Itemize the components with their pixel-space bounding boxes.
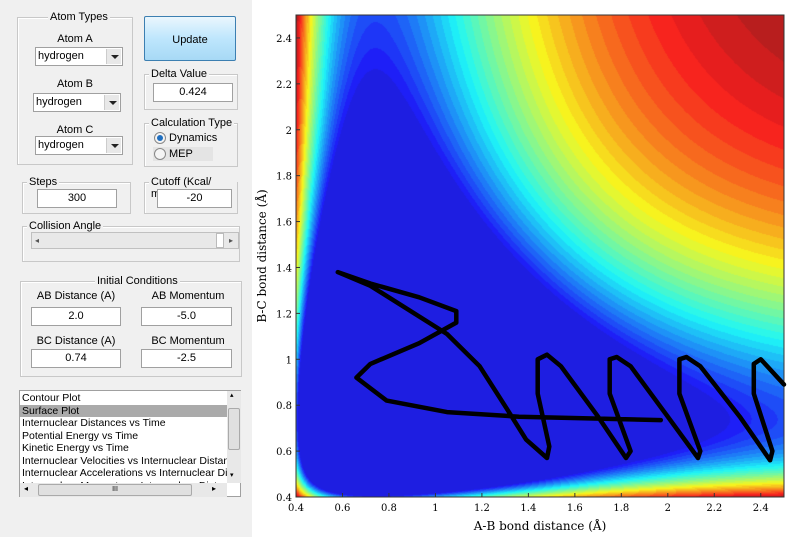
x-tick-label: 1.2 xyxy=(474,503,490,514)
plot-frame xyxy=(295,14,785,498)
x-tick-label: 0.4 xyxy=(288,503,304,514)
x-tick-label: 2.2 xyxy=(706,503,722,514)
y-tick-label: 2.2 xyxy=(276,80,292,91)
x-tick-label: 1.8 xyxy=(613,503,629,514)
x-tick-label: 2 xyxy=(665,503,671,514)
y-axis-label: B-C bond distance (Å) xyxy=(254,189,269,322)
x-tick-label: 0.8 xyxy=(381,503,397,514)
x-tick-label: 2.4 xyxy=(753,503,769,514)
trajectory-line xyxy=(335,269,787,463)
y-tick-label: 0.8 xyxy=(276,401,292,412)
plot-overlay: 0.4 0.6 0.8 1 1.2 1.4 1.6 1.8 2 2.2 2.4 0.4 0.6 0.8 1 1… xyxy=(254,14,787,533)
x-tick-label: 1.6 xyxy=(567,503,583,514)
y-tick-label: 2.4 xyxy=(276,34,292,45)
y-tick-label: 0.4 xyxy=(276,493,292,504)
y-tick-label: 1.2 xyxy=(276,309,292,320)
y-tick-label: 1.6 xyxy=(276,218,292,229)
y-tick-label: 0.6 xyxy=(276,447,292,458)
y-tick-label: 2 xyxy=(286,126,292,137)
y-tick-label: 1.4 xyxy=(276,263,292,274)
y-tick-label: 1 xyxy=(286,355,292,366)
y-tick-label: 1.8 xyxy=(276,172,292,183)
x-tick-label: 1 xyxy=(432,503,438,514)
x-tick-label: 0.6 xyxy=(335,503,351,514)
x-axis-label: A-B bond distance (Å) xyxy=(473,518,607,533)
x-tick-label: 1.4 xyxy=(520,503,536,514)
